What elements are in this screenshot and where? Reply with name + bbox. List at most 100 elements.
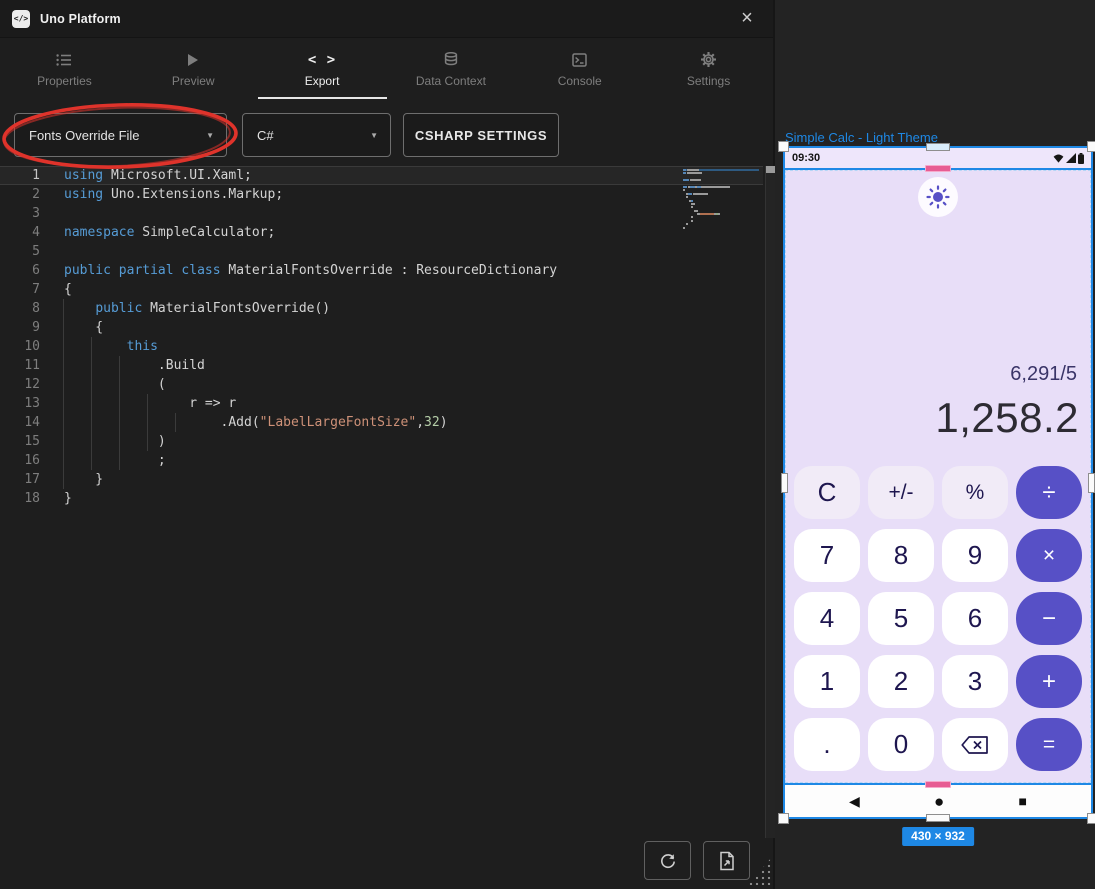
calc-button-9[interactable]: 9 — [942, 529, 1008, 582]
calc-button-7[interactable]: 7 — [794, 529, 860, 582]
device-preview-panel: Simple Calc - Light Theme 09:30 — [775, 0, 1095, 889]
calc-keypad: C+/-%÷ 789× 456− 123+.0 = — [794, 466, 1082, 771]
resize-grip[interactable] — [748, 857, 772, 885]
code-lines: 1using Microsoft.UI.Xaml;2using Uno.Exte… — [0, 166, 763, 508]
android-nav-bar: ◀ ● ■ — [785, 785, 1091, 817]
code-line: 14 .Add("LabelLargeFontSize",32) — [0, 413, 763, 432]
resize-handle-top-left[interactable] — [778, 141, 789, 152]
uno-platform-window: </> Uno Platform × Properties Preview — [0, 0, 1095, 889]
file-export-icon — [718, 851, 736, 871]
code-line: 13 r => r — [0, 394, 763, 413]
code-line: 3 — [0, 204, 763, 223]
calc-result: 1,258.2 — [935, 394, 1079, 442]
gear-icon — [701, 52, 716, 68]
calc-button-plus[interactable]: + — [1016, 655, 1082, 708]
tab-preview[interactable]: Preview — [129, 39, 258, 100]
calc-button-8[interactable]: 8 — [868, 529, 934, 582]
battery-icon — [1078, 153, 1084, 164]
sun-icon — [926, 185, 950, 209]
calc-button-plus-minus[interactable]: +/- — [868, 466, 934, 519]
calc-button-6[interactable]: 6 — [942, 592, 1008, 645]
tab-data-context[interactable]: Data Context — [386, 39, 515, 100]
tab-label: Data Context — [416, 74, 486, 88]
calculator-page: 6,291/5 1,258.2 C+/-%÷ 789× 456− 123+.0 = — [785, 170, 1091, 783]
file-type-dropdown-value: Fonts Override File — [29, 128, 140, 143]
calc-expression: 6,291/5 — [1010, 363, 1077, 386]
nav-back-icon[interactable]: ◀ — [849, 794, 860, 808]
code-line: 12 ( — [0, 375, 763, 394]
code-line: 17 } — [0, 470, 763, 489]
code-line: 7{ — [0, 280, 763, 299]
calc-button-clear[interactable]: C — [794, 466, 860, 519]
tab-export[interactable]: < > Export — [258, 39, 387, 100]
database-icon — [444, 52, 458, 68]
code-editor[interactable]: 1using Microsoft.UI.Xaml;2using Uno.Exte… — [0, 166, 763, 838]
signal-icon — [1066, 153, 1076, 163]
indent-guide — [119, 356, 120, 470]
studio-panel: </> Uno Platform × Properties Preview — [0, 0, 775, 889]
nav-recents-icon[interactable]: ■ — [1019, 794, 1027, 808]
csharp-settings-button[interactable]: CSHARP SETTINGS — [403, 113, 559, 157]
export-file-button[interactable] — [703, 841, 750, 880]
play-icon — [187, 52, 199, 68]
margin-handle-top[interactable] — [925, 165, 951, 172]
resize-handle-bottom[interactable] — [926, 814, 950, 822]
resize-handle-bottom-left[interactable] — [778, 813, 789, 824]
calc-button-equals[interactable]: = — [1016, 718, 1082, 771]
refresh-icon — [659, 852, 677, 870]
tab-label: Settings — [687, 74, 730, 88]
resize-handle-top-right[interactable] — [1087, 141, 1095, 152]
calc-button-1[interactable]: 1 — [794, 655, 860, 708]
code-brackets-icon: < > — [308, 52, 336, 68]
status-icons — [1053, 153, 1084, 164]
resize-handle-bottom-right[interactable] — [1087, 813, 1095, 824]
app-title: Uno Platform — [40, 12, 121, 26]
calc-button-divide[interactable]: ÷ — [1016, 466, 1082, 519]
tab-console[interactable]: Console — [515, 39, 644, 100]
refresh-button[interactable] — [644, 841, 691, 880]
resize-handle-top[interactable] — [926, 143, 950, 151]
code-line: 9 { — [0, 318, 763, 337]
code-line: 4namespace SimpleCalculator; — [0, 223, 763, 242]
calc-button-decimal[interactable]: . — [794, 718, 860, 771]
chevron-down-icon: ▼ — [370, 131, 378, 140]
tab-label: Preview — [172, 74, 215, 88]
tab-bar: Properties Preview < > Export Data C — [0, 39, 773, 100]
language-dropdown-value: C# — [257, 128, 274, 143]
resize-handle-right[interactable] — [1088, 473, 1095, 493]
calc-button-0[interactable]: 0 — [868, 718, 934, 771]
calc-button-5[interactable]: 5 — [868, 592, 934, 645]
indent-guide — [63, 299, 64, 489]
theme-toggle-button[interactable] — [918, 177, 958, 217]
indent-guide — [147, 394, 148, 451]
export-toolbar: Fonts Override File ▼ C# ▼ CSHARP SETTIN… — [0, 113, 773, 157]
file-type-dropdown[interactable]: Fonts Override File ▼ — [14, 113, 227, 157]
indent-guide — [175, 413, 176, 432]
resize-handle-left[interactable] — [781, 473, 788, 493]
calc-button-2[interactable]: 2 — [868, 655, 934, 708]
calc-button-multiply[interactable]: × — [1016, 529, 1082, 582]
phone-frame[interactable]: 09:30 — [783, 146, 1093, 819]
close-icon[interactable]: × — [735, 7, 759, 31]
code-line: 8 public MaterialFontsOverride() — [0, 299, 763, 318]
margin-handle-bottom[interactable] — [925, 781, 951, 788]
language-dropdown[interactable]: C# ▼ — [242, 113, 391, 157]
editor-scrollbar[interactable] — [765, 166, 775, 838]
active-tab-underline — [258, 97, 387, 99]
tab-settings[interactable]: Settings — [644, 39, 773, 100]
preview-frame-label: Simple Calc - Light Theme — [785, 130, 938, 145]
calc-button-percent[interactable]: % — [942, 466, 1008, 519]
code-line: 11 .Build — [0, 356, 763, 375]
indent-guide — [91, 337, 92, 470]
window-title-bar: </> Uno Platform × — [0, 0, 773, 38]
calc-button-4[interactable]: 4 — [794, 592, 860, 645]
tab-label: Properties — [37, 74, 92, 88]
calc-button-3[interactable]: 3 — [942, 655, 1008, 708]
calc-button-backspace[interactable] — [942, 718, 1008, 771]
nav-home-icon[interactable]: ● — [934, 793, 944, 810]
code-line: 5 — [0, 242, 763, 261]
code-line: 15 ) — [0, 432, 763, 451]
calc-button-minus[interactable]: − — [1016, 592, 1082, 645]
minimap[interactable] — [683, 169, 759, 230]
tab-properties[interactable]: Properties — [0, 39, 129, 100]
